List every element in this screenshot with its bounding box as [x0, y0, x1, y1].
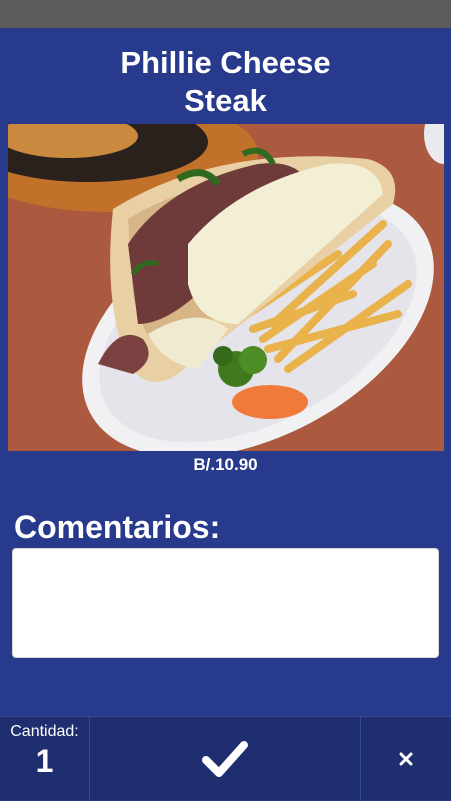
comments-input[interactable] [12, 548, 439, 658]
product-title-line2: Steak [184, 83, 267, 118]
bottom-action-bar: Cantidad: 1 [0, 716, 451, 801]
quantity-value: 1 [35, 743, 54, 779]
product-title: Phillie Cheese Steak [0, 44, 451, 120]
confirm-button[interactable] [91, 717, 359, 801]
quantity-label: Cantidad: [10, 723, 79, 740]
product-price: B/.10.90 [193, 455, 258, 474]
status-bar [0, 0, 451, 28]
product-photo [8, 124, 444, 451]
quantity-selector[interactable]: Cantidad: 1 [0, 717, 90, 801]
product-photo-illustration [8, 124, 444, 451]
product-title-line1: Phillie Cheese [120, 45, 331, 80]
checkmark-icon [202, 741, 248, 777]
cancel-button[interactable] [360, 717, 451, 801]
comments-label: Comentarios: [14, 509, 221, 545]
close-icon [399, 752, 413, 766]
